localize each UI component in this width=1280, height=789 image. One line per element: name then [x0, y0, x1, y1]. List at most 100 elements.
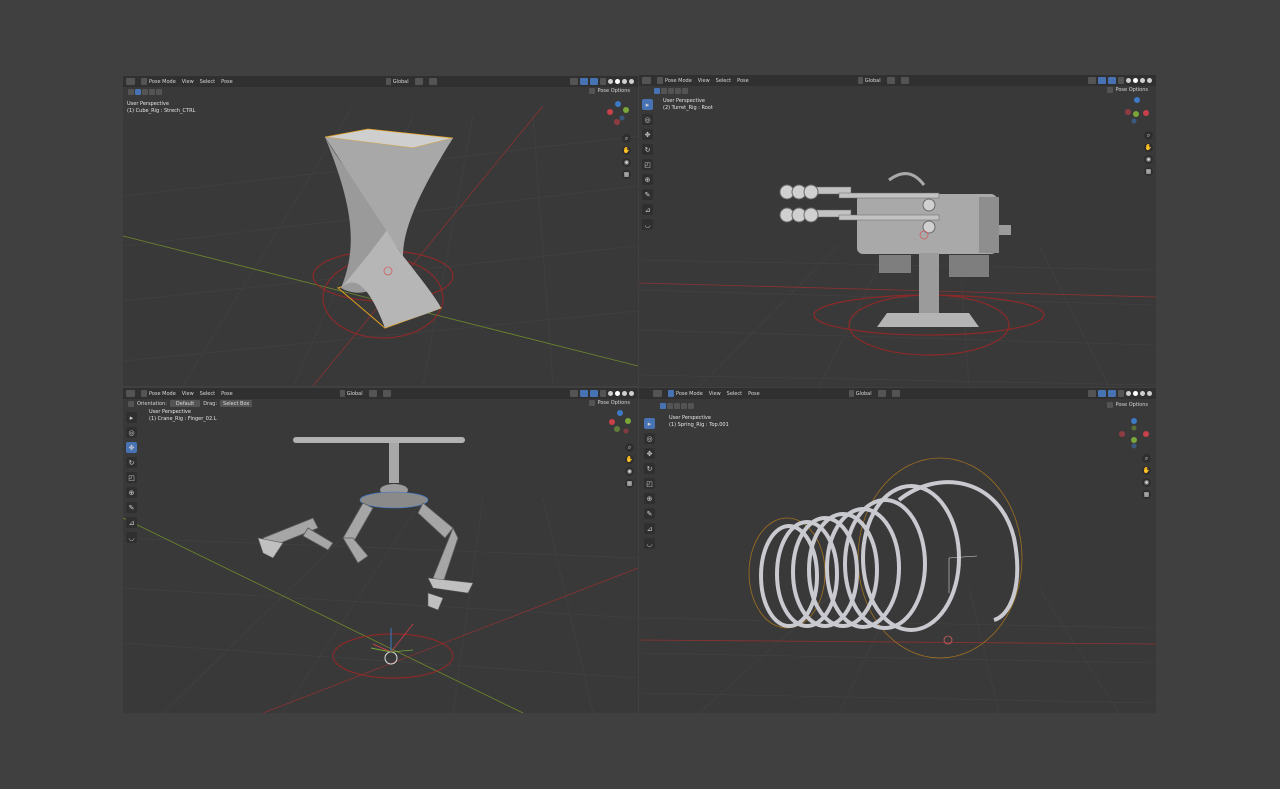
- move-icon[interactable]: ✥: [126, 442, 137, 453]
- menu-select[interactable]: Select: [716, 78, 731, 84]
- measure-icon[interactable]: ⊿: [644, 523, 655, 534]
- rotate-icon[interactable]: ↻: [126, 457, 137, 468]
- select-subtract-icon[interactable]: [668, 87, 674, 94]
- menu-select[interactable]: Select: [200, 391, 215, 397]
- shading-wireframe-icon[interactable]: [1126, 391, 1131, 396]
- relax-icon[interactable]: ◡: [126, 532, 137, 543]
- pose-options-dropdown[interactable]: Pose Options: [588, 88, 630, 94]
- editor-type-menu[interactable]: [126, 390, 135, 397]
- shading-rendered-icon[interactable]: [629, 391, 634, 396]
- shading-rendered-icon[interactable]: [1147, 78, 1152, 83]
- grid-icon[interactable]: ▦: [1142, 490, 1151, 499]
- xray-icon[interactable]: [600, 390, 606, 397]
- menu-pose[interactable]: Pose: [737, 78, 749, 84]
- transform-icon[interactable]: ⊕: [642, 174, 653, 185]
- shading-rendered-icon[interactable]: [629, 79, 634, 84]
- shading-wireframe-icon[interactable]: [608, 391, 613, 396]
- pan-icon[interactable]: ✋: [1144, 143, 1153, 152]
- gizmo-toggle-icon[interactable]: [580, 78, 588, 85]
- select-intersect-icon[interactable]: [688, 402, 694, 409]
- shading-rendered-icon[interactable]: [1147, 391, 1152, 396]
- overlay-toggle-icon[interactable]: [1108, 390, 1116, 397]
- gizmo-toggle-icon[interactable]: [1098, 77, 1106, 84]
- menu-select[interactable]: Select: [200, 79, 215, 85]
- move-icon[interactable]: ✥: [642, 129, 653, 140]
- navigation-gizmo-icon[interactable]: [1117, 416, 1151, 450]
- measure-icon[interactable]: ⊿: [126, 517, 137, 528]
- menu-pose[interactable]: Pose: [221, 79, 233, 85]
- 3d-cursor-icon[interactable]: ◎: [644, 433, 655, 444]
- mode-selector[interactable]: Pose Mode: [657, 77, 692, 84]
- gizmo-toggle-icon[interactable]: [580, 390, 588, 397]
- pan-icon[interactable]: ✋: [625, 455, 634, 464]
- shading-wireframe-icon[interactable]: [1126, 78, 1131, 83]
- transform-orientation-dropdown[interactable]: Global: [848, 390, 872, 397]
- rotate-icon[interactable]: ↻: [644, 463, 655, 474]
- move-icon[interactable]: ✥: [644, 448, 655, 459]
- menu-select[interactable]: Select: [727, 391, 742, 397]
- camera-icon[interactable]: ◉: [1142, 478, 1151, 487]
- scale-icon[interactable]: ◰: [644, 478, 655, 489]
- annotate-icon[interactable]: ✎: [642, 189, 653, 200]
- viewport-turret-rig[interactable]: Pose Mode View Select Pose Global Pose O…: [639, 75, 1156, 387]
- viewport-cube-rig[interactable]: Pose Mode View Select Pose Global Pose O…: [123, 76, 638, 386]
- shading-solid-icon[interactable]: [1133, 391, 1138, 396]
- shading-wireframe-icon[interactable]: [608, 79, 613, 84]
- menu-view[interactable]: View: [698, 78, 710, 84]
- menu-pose[interactable]: Pose: [748, 391, 760, 397]
- mode-selector[interactable]: Pose Mode: [141, 78, 176, 85]
- visibility-icon[interactable]: [1088, 77, 1096, 84]
- navigation-gizmo-icon[interactable]: [1122, 96, 1152, 126]
- annotate-icon[interactable]: ✎: [126, 502, 137, 513]
- transform-icon[interactable]: ⊕: [644, 493, 655, 504]
- visibility-icon[interactable]: [570, 390, 578, 397]
- shading-material-icon[interactable]: [622, 391, 627, 396]
- transform-icon[interactable]: ⊕: [126, 487, 137, 498]
- select-intersect-icon[interactable]: [682, 87, 688, 94]
- transform-orientation-dropdown[interactable]: Global: [857, 77, 881, 84]
- pivot-icon[interactable]: [886, 77, 895, 84]
- shading-solid-icon[interactable]: [615, 79, 620, 84]
- x-mirror-icon[interactable]: [588, 400, 595, 406]
- mode-selector[interactable]: Pose Mode: [141, 390, 176, 397]
- camera-icon[interactable]: ◉: [625, 467, 634, 476]
- tool-icon[interactable]: [128, 400, 134, 407]
- camera-icon[interactable]: ◉: [1144, 155, 1153, 164]
- annotate-icon[interactable]: ✎: [644, 508, 655, 519]
- shading-solid-icon[interactable]: [1133, 78, 1138, 83]
- pose-options-dropdown[interactable]: Pose Options: [1106, 402, 1148, 408]
- transform-orientation-dropdown[interactable]: Global: [339, 390, 363, 397]
- 3d-cursor-icon[interactable]: ◎: [126, 427, 137, 438]
- 3d-cursor-icon[interactable]: ◎: [642, 114, 653, 125]
- cursor-icon[interactable]: ▸: [642, 99, 653, 110]
- x-mirror-icon[interactable]: [1106, 87, 1113, 93]
- zoom-icon[interactable]: ⌕: [1144, 131, 1153, 140]
- select-invert-icon[interactable]: [156, 88, 162, 95]
- visibility-icon[interactable]: [570, 78, 578, 85]
- menu-pose[interactable]: Pose: [221, 391, 233, 397]
- select-extend-icon[interactable]: [667, 402, 673, 409]
- pivot-icon[interactable]: [877, 390, 886, 397]
- menu-view[interactable]: View: [709, 391, 721, 397]
- snap-icon[interactable]: [900, 77, 909, 84]
- overlay-toggle-icon[interactable]: [590, 78, 598, 85]
- select-subtract-icon[interactable]: [674, 402, 680, 409]
- relax-icon[interactable]: ◡: [642, 219, 653, 230]
- cursor-icon[interactable]: ▸: [644, 418, 655, 429]
- select-new-icon[interactable]: [660, 402, 666, 409]
- cursor-icon[interactable]: ▸: [126, 412, 137, 423]
- overlay-toggle-icon[interactable]: [1108, 77, 1116, 84]
- x-mirror-icon[interactable]: [588, 88, 595, 94]
- x-mirror-icon[interactable]: [1106, 402, 1113, 408]
- snap-icon[interactable]: [428, 78, 437, 85]
- viewport-crane-rig[interactable]: Pose Mode View Select Pose Global Orient…: [123, 388, 638, 713]
- zoom-icon[interactable]: ⌕: [625, 443, 634, 452]
- grid-icon[interactable]: ▦: [1144, 167, 1153, 176]
- measure-icon[interactable]: ⊿: [642, 204, 653, 215]
- orientation-setting-dropdown[interactable]: Default: [169, 400, 201, 407]
- zoom-icon[interactable]: ⌕: [622, 134, 631, 143]
- grid-icon[interactable]: ▦: [622, 170, 631, 179]
- relax-icon[interactable]: ◡: [644, 538, 655, 549]
- select-new-icon[interactable]: [654, 87, 660, 94]
- editor-type-menu[interactable]: [653, 390, 662, 397]
